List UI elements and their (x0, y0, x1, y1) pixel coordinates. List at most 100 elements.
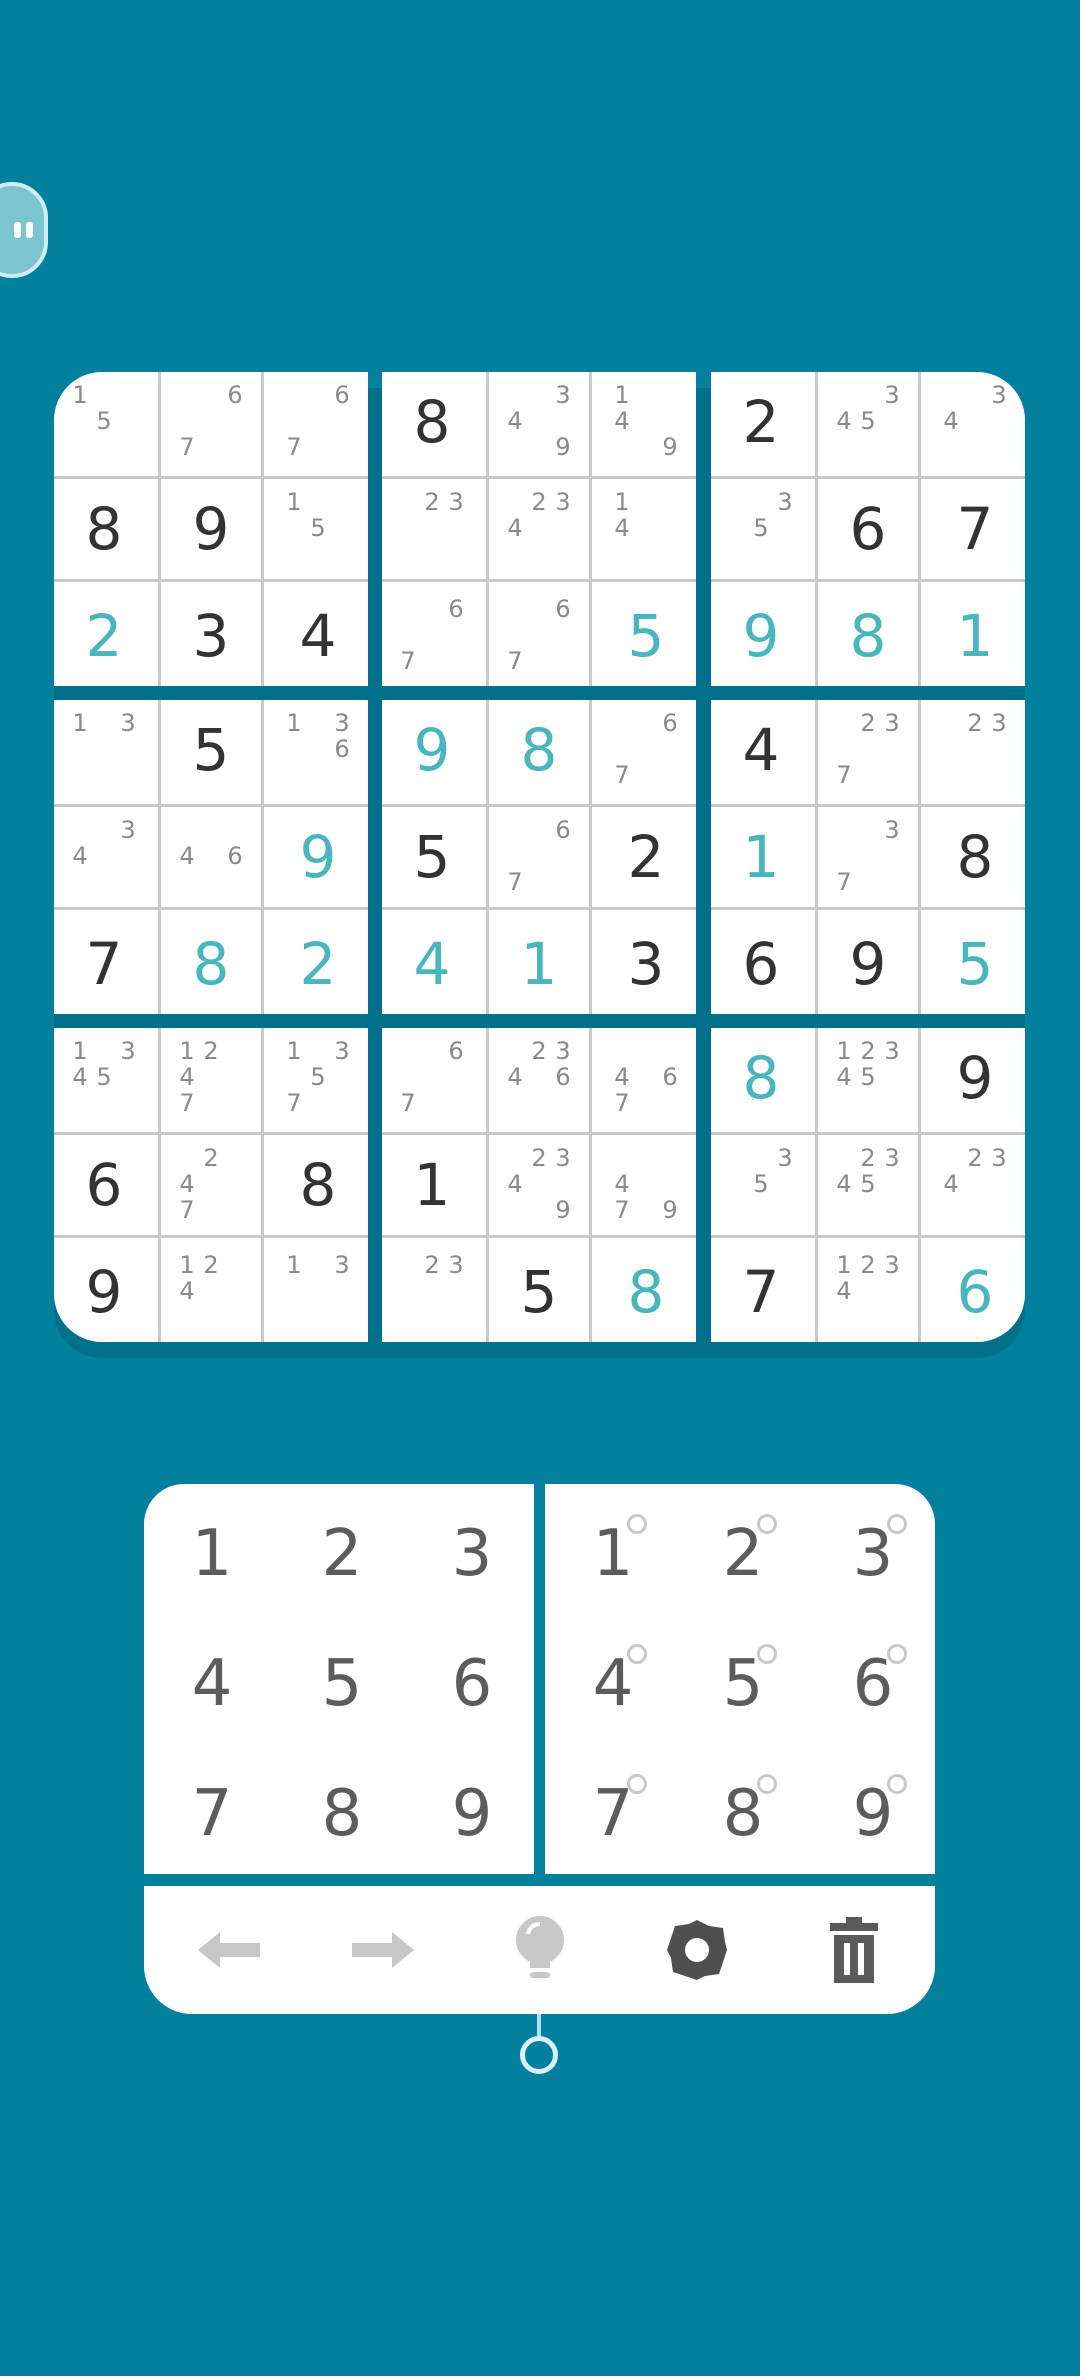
board-cell[interactable]: 1 (489, 914, 589, 1014)
board-cell[interactable]: 9 (711, 586, 811, 686)
board-cell[interactable]: 6 (818, 479, 918, 579)
drag-handle[interactable] (520, 2036, 558, 2074)
settings-button[interactable] (657, 1910, 737, 1990)
board-cell[interactable]: 1 3 45 (54, 1028, 154, 1128)
board-cell[interactable]: 6 (711, 914, 811, 1014)
board-cell[interactable]: 1247 (161, 1028, 261, 1128)
board-cell[interactable]: 9 (382, 700, 482, 800)
board-cell[interactable]: 1 36 (268, 700, 368, 800)
board-cell[interactable]: 7 (54, 914, 154, 1014)
board-cell[interactable]: 3 4 9 (489, 372, 589, 472)
board-cell[interactable]: 23 4 6 (489, 1028, 589, 1128)
note-key-4[interactable]: 4 (553, 1624, 673, 1744)
board-cell[interactable]: 23 4 9 (489, 1135, 589, 1235)
board-cell[interactable]: 5 (161, 700, 261, 800)
board-cell[interactable]: 23 (382, 1242, 482, 1342)
board-cell[interactable]: 247 (161, 1135, 261, 1235)
board-cell[interactable]: 34 (54, 807, 154, 907)
board-cell[interactable]: 8 (382, 372, 482, 472)
redo-button[interactable] (344, 1910, 424, 1990)
note-key-5[interactable]: 5 (683, 1624, 803, 1744)
board-cell[interactable]: 23 4 (925, 1135, 1025, 1235)
board-cell[interactable]: 2 (711, 372, 811, 472)
board-cell[interactable]: 15 (54, 372, 154, 472)
board-cell[interactable]: 7 (925, 479, 1025, 579)
board-cell[interactable]: 3 (596, 914, 696, 1014)
board-cell[interactable]: 23 4 (489, 479, 589, 579)
note-key-3[interactable]: 3 (813, 1494, 933, 1614)
board-cell[interactable]: 6 (54, 1135, 154, 1235)
board-cell[interactable]: 9 (925, 1028, 1025, 1128)
board-cell[interactable]: 34 (925, 372, 1025, 472)
board-cell[interactable]: 67 (161, 372, 261, 472)
board-cell[interactable]: 67 (596, 700, 696, 800)
hint-button[interactable] (500, 1910, 580, 1990)
digit-key-7[interactable]: 7 (152, 1754, 272, 1874)
board-cell[interactable]: 47 9 (596, 1135, 696, 1235)
note-key-6[interactable]: 6 (813, 1624, 933, 1744)
board-cell[interactable]: 67 (489, 807, 589, 907)
board-cell[interactable]: 15 (268, 479, 368, 579)
board-cell[interactable]: 8 (925, 807, 1025, 907)
board-cell[interactable]: 23 45 (818, 1135, 918, 1235)
board-cell[interactable]: 124 (161, 1242, 261, 1342)
board-cell[interactable]: 1 (711, 807, 811, 907)
board-cell[interactable]: 6 (925, 1242, 1025, 1342)
undo-button[interactable] (188, 1910, 268, 1990)
board-cell[interactable]: 8 (54, 479, 154, 579)
digit-key-4[interactable]: 4 (152, 1624, 272, 1744)
board-cell[interactable]: 2 (596, 807, 696, 907)
board-cell[interactable]: 35 (711, 1135, 811, 1235)
note-key-1[interactable]: 1 (553, 1494, 673, 1614)
digit-key-2[interactable]: 2 (282, 1494, 402, 1614)
note-key-2[interactable]: 2 (683, 1494, 803, 1614)
board-cell[interactable]: 123 45 (818, 1028, 918, 1128)
board-cell[interactable]: 123 4 (818, 1242, 918, 1342)
board-cell[interactable]: 8 (711, 1028, 811, 1128)
board-cell[interactable]: 14 (596, 479, 696, 579)
board-cell[interactable]: 7 (711, 1242, 811, 1342)
board-cell[interactable]: 8 (161, 914, 261, 1014)
clear-button[interactable] (814, 1910, 894, 1990)
board-cell[interactable]: 35 (711, 479, 811, 579)
digit-key-1[interactable]: 1 (152, 1494, 272, 1614)
board-cell[interactable]: 9 (161, 479, 261, 579)
board-cell[interactable]: 8 (596, 1242, 696, 1342)
board-cell[interactable]: 3 (161, 586, 261, 686)
avatar[interactable] (0, 182, 48, 278)
board-cell[interactable]: 23 (925, 700, 1025, 800)
digit-key-3[interactable]: 3 (412, 1494, 532, 1614)
board-cell[interactable]: 13 (268, 1242, 368, 1342)
board-cell[interactable]: 5 (925, 914, 1025, 1014)
board-cell[interactable]: 67 (382, 586, 482, 686)
board-cell[interactable]: 2 (54, 586, 154, 686)
note-key-9[interactable]: 9 (813, 1754, 933, 1874)
board-cell[interactable]: 5 (489, 1242, 589, 1342)
board-cell[interactable]: 8 (268, 1135, 368, 1235)
board-cell[interactable]: 46 (161, 807, 261, 907)
board-cell[interactable]: 9 (818, 914, 918, 1014)
board-cell[interactable]: 1 357 (268, 1028, 368, 1128)
note-key-7[interactable]: 7 (553, 1754, 673, 1874)
board-cell[interactable]: 1 (382, 1135, 482, 1235)
board-cell[interactable]: 4 6 7 (596, 1028, 696, 1128)
board-cell[interactable]: 23 (382, 479, 482, 579)
board-cell[interactable]: 67 (489, 586, 589, 686)
board-cell[interactable]: 1 (925, 586, 1025, 686)
note-key-8[interactable]: 8 (683, 1754, 803, 1874)
board-cell[interactable]: 2 (268, 914, 368, 1014)
digit-key-6[interactable]: 6 (412, 1624, 532, 1744)
board-cell[interactable]: 5 (382, 807, 482, 907)
board-cell[interactable]: 9 (268, 807, 368, 907)
board-cell[interactable]: 37 (818, 807, 918, 907)
board-cell[interactable]: 67 (382, 1028, 482, 1128)
board-cell[interactable]: 8 (818, 586, 918, 686)
board-cell[interactable]: 9 (54, 1242, 154, 1342)
board-cell[interactable]: 4 (711, 700, 811, 800)
board-cell[interactable]: 13 (54, 700, 154, 800)
board-cell[interactable]: 3 45 (818, 372, 918, 472)
board-cell[interactable]: 23 7 (818, 700, 918, 800)
digit-key-8[interactable]: 8 (282, 1754, 402, 1874)
board-cell[interactable]: 5 (596, 586, 696, 686)
board-cell[interactable]: 4 (382, 914, 482, 1014)
